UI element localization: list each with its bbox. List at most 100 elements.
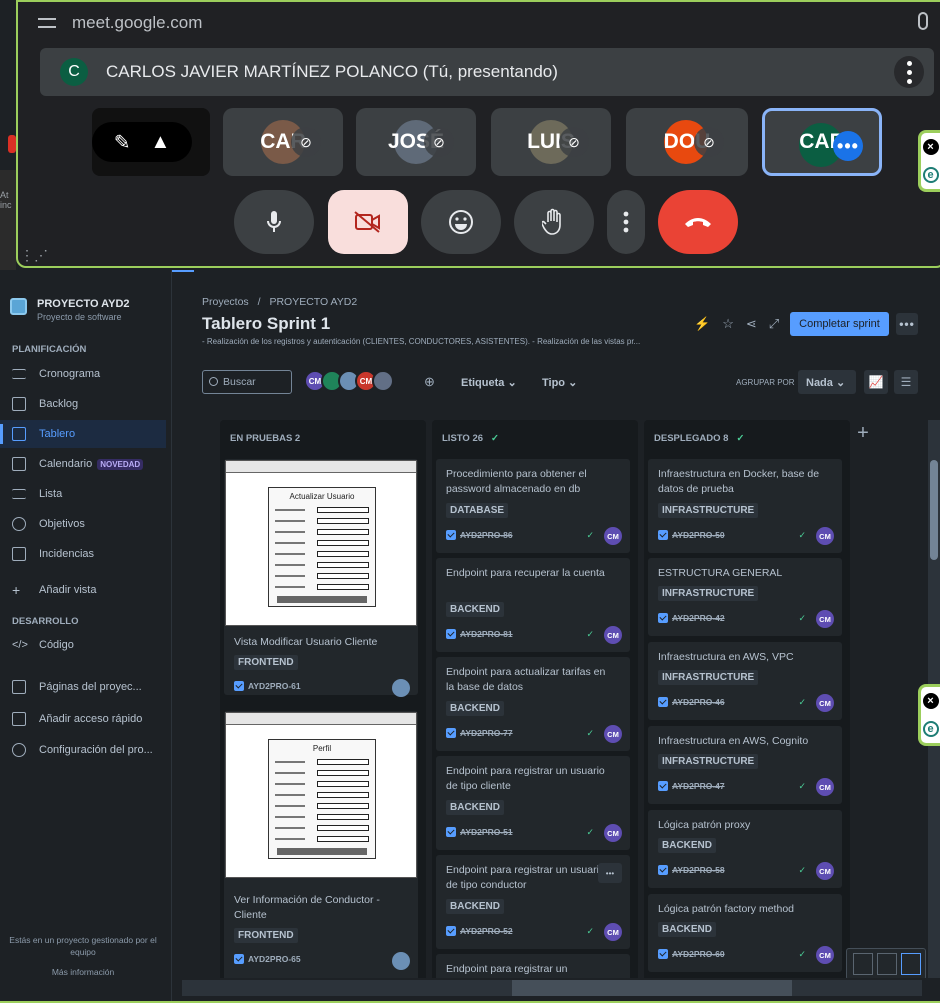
complete-sprint-button[interactable]: Completar sprint [790, 312, 889, 336]
floating-extension-widget[interactable]: × e [918, 130, 940, 192]
add-column-button[interactable]: + [852, 422, 874, 444]
task-icon [446, 728, 456, 738]
issue-card[interactable]: Endpoint para registrar un usuario de ti… [436, 756, 630, 850]
participant-tile[interactable]: JOSÉ ⊘ [356, 108, 476, 176]
assignee-avatar[interactable] [392, 952, 410, 970]
assignee-avatar[interactable]: CM [816, 946, 834, 964]
browser-strip-text: At inc [0, 190, 12, 210]
lightning-icon[interactable]: ⚡ [694, 316, 710, 332]
more-options-button[interactable] [607, 190, 645, 254]
resize-grip-icon[interactable]: ⋮⋰ [20, 247, 48, 264]
card-key[interactable]: AYD2PRO-46 [658, 697, 725, 707]
assignee-avatar[interactable] [392, 679, 410, 697]
issue-card[interactable]: Actualizar Usuario Vista Modificar Usuar… [224, 459, 418, 697]
view-settings-button[interactable]: ☰ [894, 370, 918, 394]
issue-card[interactable]: Endpoint para actualizar tarifas en la b… [436, 657, 630, 751]
board-more-button[interactable]: ••• [896, 313, 918, 335]
issue-card[interactable]: Infraestructura en Docker, base de datos… [648, 459, 842, 553]
close-icon[interactable]: × [922, 139, 939, 155]
assignee-avatar[interactable]: CM [604, 824, 622, 842]
sidebar-item-tablero[interactable]: Tablero [0, 420, 166, 448]
self-preview-tile[interactable]: ✎ ▲ [92, 108, 210, 176]
issue-card[interactable]: ESTRUCTURA GENERAL INFRASTRUCTURE AYD2PRO-… [648, 558, 842, 636]
participant-tile-active[interactable]: CAR ••• [762, 108, 882, 176]
issue-card[interactable]: Lógica patrón factory method BACKEND AYD2P… [648, 894, 842, 972]
card-key[interactable]: AYD2PRO-47 [658, 781, 725, 791]
issue-card[interactable]: Procedimiento para obtener el password a… [436, 459, 630, 553]
type-filter-dropdown[interactable]: Tipo ⌄ [542, 376, 577, 389]
assignee-avatar[interactable]: CM [816, 778, 834, 796]
sidebar-item-cronograma[interactable]: Cronograma [0, 360, 166, 388]
sidebar-item-acceso-rapido[interactable]: Añadir acceso rápido [0, 705, 166, 733]
scrollbar-thumb[interactable] [512, 980, 792, 996]
horizontal-scrollbar[interactable] [172, 978, 940, 998]
raise-hand-button[interactable] [514, 190, 594, 254]
participant-tile[interactable]: LUIS ⊘ [491, 108, 611, 176]
camera-off-button[interactable] [328, 190, 408, 254]
leave-call-button[interactable] [658, 190, 738, 254]
card-key[interactable]: AYD2PRO-42 [658, 613, 725, 623]
issue-card[interactable]: Infraestructura en AWS, VPC INFRASTRUCTUR… [648, 642, 842, 720]
card-key[interactable]: AYD2PRO-65 [234, 954, 301, 964]
sidebar-item-paginas[interactable]: Páginas del proyec... [0, 673, 166, 701]
card-key[interactable]: AYD2PRO-58 [658, 865, 725, 875]
more-info-link[interactable]: Más información [0, 966, 166, 978]
issue-card[interactable]: Lógica patrón proxy BACKEND AYD2PRO-58 ✓ CM [648, 810, 842, 888]
assignee-avatar[interactable]: CM [816, 862, 834, 880]
assignee-avatar[interactable]: CM [604, 923, 622, 941]
breadcrumb-proyectos[interactable]: Proyectos [202, 296, 249, 308]
assignee-avatar[interactable]: CM [604, 527, 622, 545]
assignee-avatar[interactable]: CM [604, 725, 622, 743]
card-key[interactable]: AYD2PRO-51 [446, 827, 513, 837]
assignee-avatar[interactable]: CM [604, 626, 622, 644]
search-input[interactable]: Buscar [202, 370, 292, 394]
sidebar-item-codigo[interactable]: </> Código [0, 631, 166, 659]
card-label: FRONTEND [234, 928, 298, 943]
star-icon[interactable]: ☆ [722, 316, 734, 332]
issue-card[interactable]: Infraestructura en AWS, Cognito INFRASTRU… [648, 726, 842, 804]
label-filter-dropdown[interactable]: Etiqueta ⌄ [461, 376, 517, 389]
card-key[interactable]: AYD2PRO-81 [446, 629, 513, 639]
fullscreen-icon[interactable]: ⤢ [769, 316, 779, 332]
participant-tile[interactable]: CAR ⊘ [223, 108, 343, 176]
sidebar-item-calendario[interactable]: Calendario NOVEDAD [0, 450, 166, 478]
assignee-avatar[interactable]: CM [816, 694, 834, 712]
insights-button[interactable]: 📈 [864, 370, 888, 394]
assignee-avatar[interactable]: CM [816, 527, 834, 545]
card-key[interactable]: AYD2PRO-50 [658, 530, 725, 540]
issue-card[interactable]: Endpoint para recuperar la cuenta BACKEND… [436, 558, 630, 652]
issue-card[interactable]: Endpoint para registrar un usuario de ti… [436, 855, 630, 949]
card-key[interactable]: AYD2PRO-52 [446, 926, 513, 936]
group-by-select[interactable]: Nada ⌄ [798, 370, 856, 394]
done-check-icon: ✓ [586, 629, 594, 639]
card-key[interactable]: AYD2PRO-60 [658, 949, 725, 959]
sidebar-item-configuracion[interactable]: Configuración del pro... [0, 736, 166, 764]
card-key[interactable]: AYD2PRO-61 [234, 681, 301, 691]
more-participants-button[interactable]: ••• [833, 131, 863, 161]
card-key[interactable]: AYD2PRO-77 [446, 728, 513, 738]
avatar[interactable] [372, 370, 394, 392]
self-view-toggle[interactable]: ✎ ▲ [92, 122, 192, 162]
floating-extension-widget[interactable]: × e [918, 684, 940, 746]
share-icon[interactable]: ⋖ [746, 316, 757, 332]
reactions-button[interactable] [421, 190, 501, 254]
card-key[interactable]: AYD2PRO-86 [446, 530, 513, 540]
project-header[interactable]: PROYECTO AYD2 Proyecto de software [10, 298, 130, 322]
sidebar-item-lista[interactable]: Lista [0, 480, 166, 508]
issue-card[interactable]: Perfil Ver Información de Conductor - Cl… [224, 711, 418, 981]
close-icon[interactable]: × [922, 693, 939, 709]
board-minimap[interactable] [846, 948, 926, 980]
sidebar-item-objetivos[interactable]: Objetivos [0, 510, 166, 538]
site-settings-icon[interactable] [38, 15, 56, 31]
card-more-button[interactable]: ••• [598, 863, 622, 883]
presenter-more-options-button[interactable] [894, 56, 924, 88]
participant-tile[interactable]: DOU ⊘ [626, 108, 748, 176]
breadcrumb-project[interactable]: PROYECTO AYD2 [269, 296, 357, 308]
sidebar-item-incidencias[interactable]: Incidencias [0, 540, 166, 568]
add-people-icon[interactable]: ⊕ [424, 374, 438, 389]
assignee-avatar[interactable]: CM [816, 610, 834, 628]
sidebar-item-backlog[interactable]: Backlog [0, 390, 166, 418]
chart-icon: 📈 [868, 375, 884, 389]
microphone-button[interactable] [234, 190, 314, 254]
sidebar-item-add-view[interactable]: + Añadir vista [0, 576, 166, 604]
